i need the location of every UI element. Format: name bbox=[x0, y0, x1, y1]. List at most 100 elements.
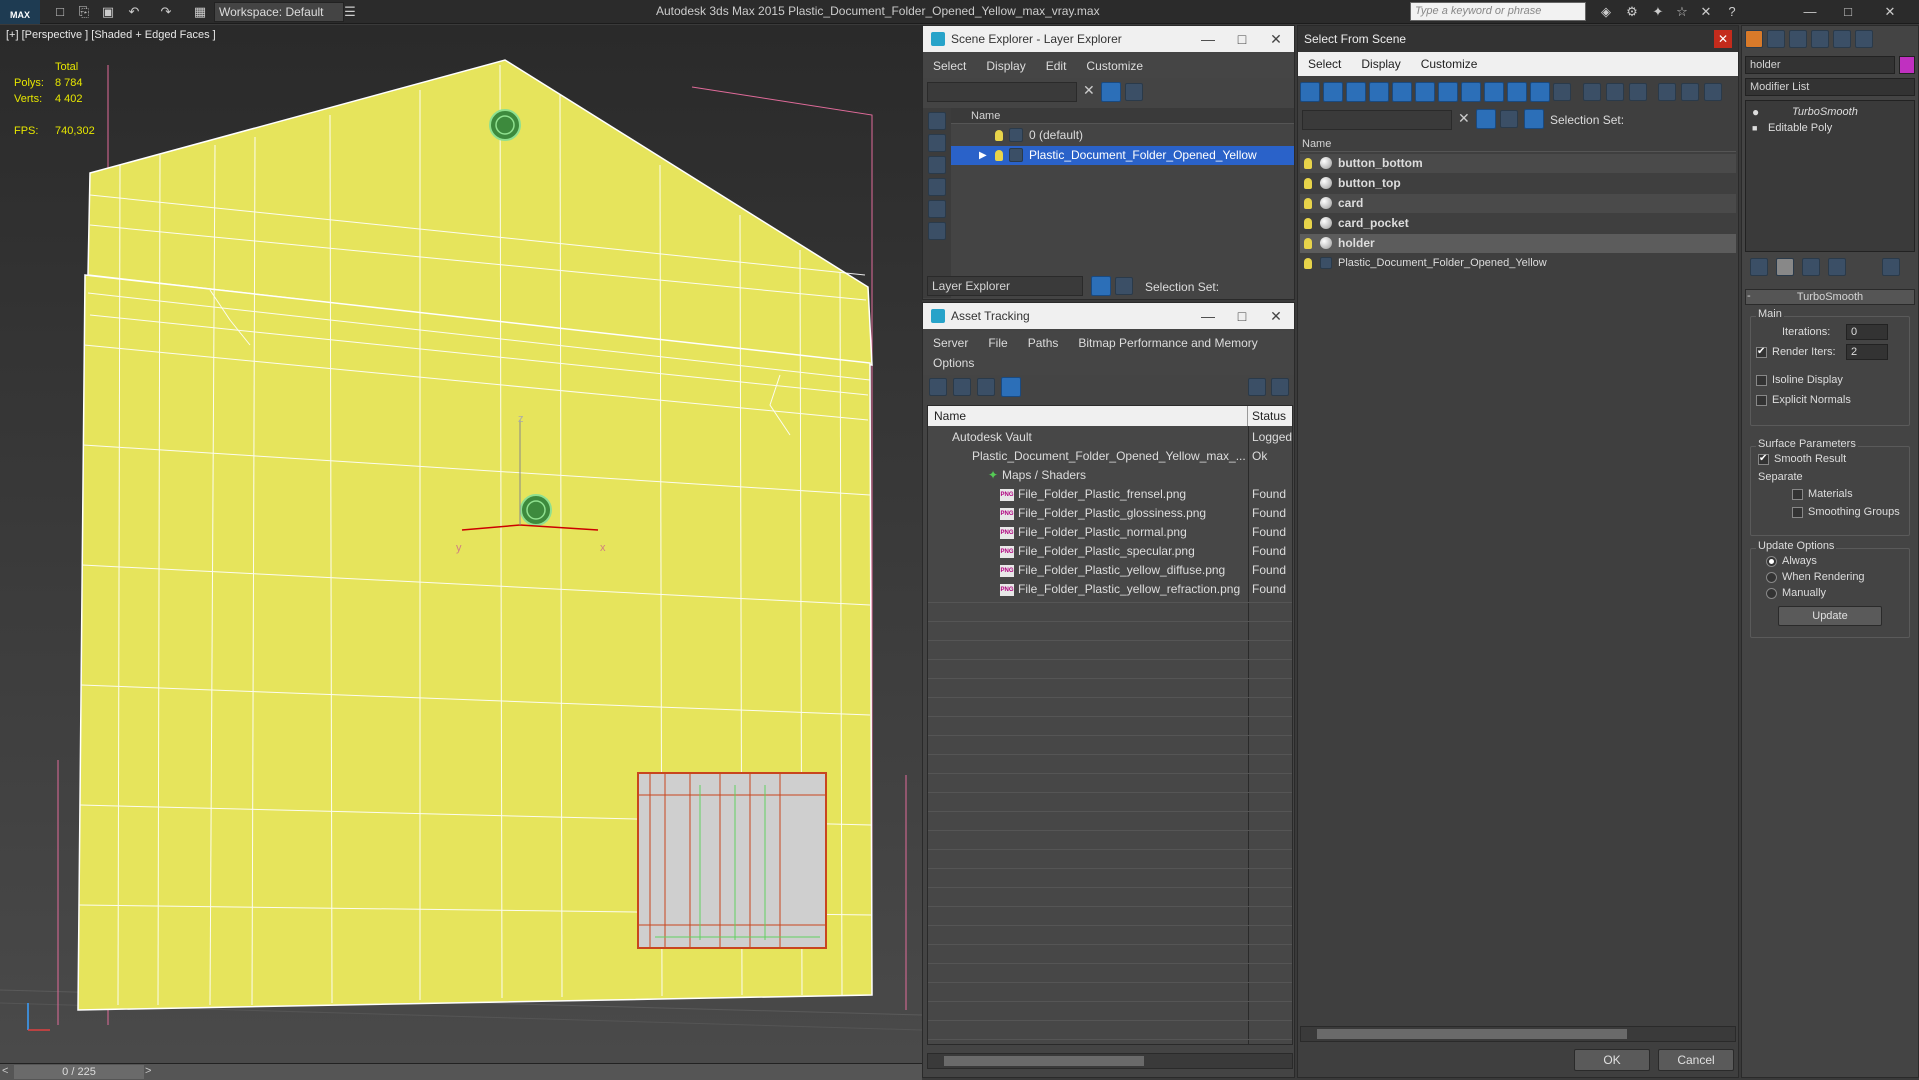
asset-col-status[interactable]: Status bbox=[1248, 406, 1292, 426]
sfs-layers-icon[interactable] bbox=[1500, 110, 1518, 128]
sfs-hierarchy-icon[interactable] bbox=[1681, 83, 1699, 101]
hierarchy-tab-icon[interactable] bbox=[1789, 30, 1807, 48]
display-tab-icon[interactable] bbox=[1833, 30, 1851, 48]
viewport-label[interactable]: [+] [Perspective ] [Shaded + Edged Faces… bbox=[6, 29, 216, 41]
filter-groups-icon[interactable] bbox=[1438, 82, 1458, 102]
subscription-icon[interactable]: ⚙ bbox=[1622, 3, 1642, 21]
configure-modifier-sets-icon[interactable] bbox=[1882, 258, 1900, 276]
filter-shapes-icon[interactable] bbox=[1323, 82, 1343, 102]
close-icon[interactable]: ✕ bbox=[1880, 3, 1900, 21]
smooth-result-checkbox[interactable] bbox=[1758, 453, 1769, 465]
scene-explorer-maximize-icon[interactable]: □ bbox=[1228, 26, 1256, 52]
expand-arrow-icon[interactable]: ▶ bbox=[979, 146, 987, 165]
select-all-icon[interactable] bbox=[1583, 83, 1601, 101]
remove-modifier-icon[interactable] bbox=[1828, 258, 1846, 276]
filter-helpers-icon[interactable] bbox=[1392, 82, 1412, 102]
make-unique-icon[interactable] bbox=[1802, 258, 1820, 276]
workspace-menu-icon[interactable]: ☰ bbox=[340, 3, 360, 21]
asset-row-file[interactable]: PNG File_Folder_Plastic_specular.png Fou… bbox=[928, 542, 1292, 561]
perspective-viewport[interactable]: [+] [Perspective ] [Shaded + Edged Faces… bbox=[0, 25, 922, 1063]
sfs-object-row[interactable]: card_pocket bbox=[1300, 214, 1736, 233]
display-geometry-icon[interactable] bbox=[928, 112, 946, 130]
asset-row-file[interactable]: PNG File_Folder_Plastic_yellow_refractio… bbox=[928, 580, 1292, 599]
asset-row-vault[interactable]: Autodesk Vault Logged bbox=[928, 428, 1292, 447]
sfs-menu-select[interactable]: Select bbox=[1298, 52, 1351, 76]
utilities-tab-icon[interactable] bbox=[1855, 30, 1873, 48]
menu-options[interactable]: Options bbox=[923, 351, 984, 375]
rollout-collapse-icon[interactable]: - bbox=[1747, 290, 1751, 302]
sfs-clear-find-icon[interactable]: ✕ bbox=[1458, 110, 1470, 127]
select-from-scene-close-icon[interactable]: ✕ bbox=[1714, 30, 1732, 48]
asset-row-file[interactable]: PNG File_Folder_Plastic_glossiness.png F… bbox=[928, 504, 1292, 523]
communication-icon[interactable]: ✦ bbox=[1648, 3, 1668, 21]
layer-explorer-toggle-icon[interactable] bbox=[1091, 276, 1111, 296]
sfs-menu-display[interactable]: Display bbox=[1351, 52, 1410, 76]
materials-checkbox[interactable] bbox=[1792, 489, 1803, 500]
list-view-icon[interactable] bbox=[953, 378, 971, 396]
hierarchy-icon[interactable] bbox=[1115, 277, 1133, 295]
object-visible-icon[interactable] bbox=[1304, 158, 1312, 169]
time-slider-value[interactable]: 0 / 225 bbox=[14, 1065, 144, 1079]
undo-icon[interactable]: ↶ bbox=[124, 3, 144, 21]
display-lights-icon[interactable] bbox=[928, 156, 946, 174]
pin-stack-icon[interactable] bbox=[1750, 258, 1768, 276]
layer-row-folder[interactable]: ▶ Plastic_Document_Folder_Opened_Yellow bbox=[951, 146, 1294, 165]
open-file-icon[interactable]: ⎘ bbox=[74, 3, 94, 21]
sfs-find-input[interactable] bbox=[1302, 110, 1452, 130]
ok-button[interactable]: OK bbox=[1574, 1049, 1650, 1071]
clear-find-icon[interactable]: ✕ bbox=[1083, 82, 1095, 99]
scene-explorer-find-input[interactable] bbox=[927, 82, 1077, 102]
asset-col-name[interactable]: Name bbox=[928, 406, 1248, 426]
sfs-scroll-thumb[interactable] bbox=[1317, 1029, 1627, 1039]
sfs-object-row[interactable]: button_top bbox=[1300, 174, 1736, 193]
isoline-display-checkbox[interactable] bbox=[1756, 375, 1767, 386]
object-visible-icon[interactable] bbox=[1304, 198, 1312, 209]
filter-hidden-icon[interactable] bbox=[1553, 83, 1571, 101]
menu-select[interactable]: Select bbox=[923, 54, 976, 78]
project-folder-icon[interactable]: ▦ bbox=[190, 3, 210, 21]
create-tab-icon[interactable] bbox=[1745, 30, 1763, 48]
asset-help-icon[interactable] bbox=[1248, 378, 1266, 396]
asset-row-maps[interactable]: ✦ Maps / Shaders bbox=[928, 466, 1292, 485]
restore-icon[interactable]: □ bbox=[1838, 3, 1858, 21]
workspace-dropdown[interactable]: Workspace: Default bbox=[214, 2, 344, 22]
help-icon[interactable]: ? bbox=[1722, 3, 1742, 21]
asset-row-maxfile[interactable]: Plastic_Document_Folder_Opened_Yellow_ma… bbox=[928, 447, 1292, 466]
sfs-options-icon[interactable] bbox=[1704, 83, 1722, 101]
filter-icon[interactable] bbox=[1101, 82, 1121, 102]
asset-row-file[interactable]: PNG File_Folder_Plastic_frensel.png Foun… bbox=[928, 485, 1292, 504]
redo-icon[interactable]: ↷ bbox=[156, 3, 176, 21]
sfs-object-row[interactable]: button_bottom bbox=[1300, 154, 1736, 173]
filter-xrefs-icon[interactable] bbox=[1461, 82, 1481, 102]
favorites-icon[interactable]: ☆ bbox=[1672, 3, 1692, 21]
filter-lights-icon[interactable] bbox=[1346, 82, 1366, 102]
exchange-icon[interactable]: ✕ bbox=[1696, 3, 1716, 21]
object-visible-icon[interactable] bbox=[1304, 178, 1312, 189]
asset-row-file[interactable]: PNG File_Folder_Plastic_yellow_diffuse.p… bbox=[928, 561, 1292, 580]
object-visible-icon[interactable] bbox=[1304, 218, 1312, 229]
layer-visible-icon[interactable] bbox=[995, 150, 1003, 161]
asset-hscrollbar[interactable] bbox=[927, 1053, 1293, 1069]
update-always-radio[interactable] bbox=[1766, 556, 1777, 567]
asset-tracking-close-icon[interactable]: ✕ bbox=[1262, 303, 1290, 329]
object-name-input[interactable]: holder bbox=[1745, 56, 1895, 74]
asset-tracking-maximize-icon[interactable]: □ bbox=[1228, 303, 1256, 329]
time-slider[interactable]: < 0 / 225 > bbox=[0, 1063, 922, 1080]
new-file-icon[interactable]: □ bbox=[50, 3, 70, 21]
update-manually-radio[interactable] bbox=[1766, 588, 1777, 599]
app-logo[interactable]: MAX bbox=[0, 0, 40, 24]
sfs-object-row[interactable]: card bbox=[1300, 194, 1736, 213]
object-color-swatch[interactable] bbox=[1899, 56, 1915, 74]
explicit-normals-checkbox[interactable] bbox=[1756, 395, 1767, 406]
time-prev-icon[interactable]: < bbox=[2, 1065, 8, 1077]
iterations-spinner[interactable]: 0 bbox=[1846, 324, 1888, 340]
motion-tab-icon[interactable] bbox=[1811, 30, 1829, 48]
sfs-filter-icon[interactable] bbox=[1658, 83, 1676, 101]
display-spacewarps-icon[interactable] bbox=[928, 222, 946, 240]
layer-visible-icon[interactable] bbox=[995, 130, 1003, 141]
asset-row-file[interactable]: PNG File_Folder_Plastic_normal.png Found bbox=[928, 523, 1292, 542]
stack-item-editable-poly[interactable]: ■ Editable Poly bbox=[1746, 119, 1914, 138]
update-when-rendering-radio[interactable] bbox=[1766, 572, 1777, 583]
sfs-object-row[interactable]: Plastic_Document_Folder_Opened_Yellow bbox=[1300, 254, 1736, 273]
display-shapes-icon[interactable] bbox=[928, 134, 946, 152]
